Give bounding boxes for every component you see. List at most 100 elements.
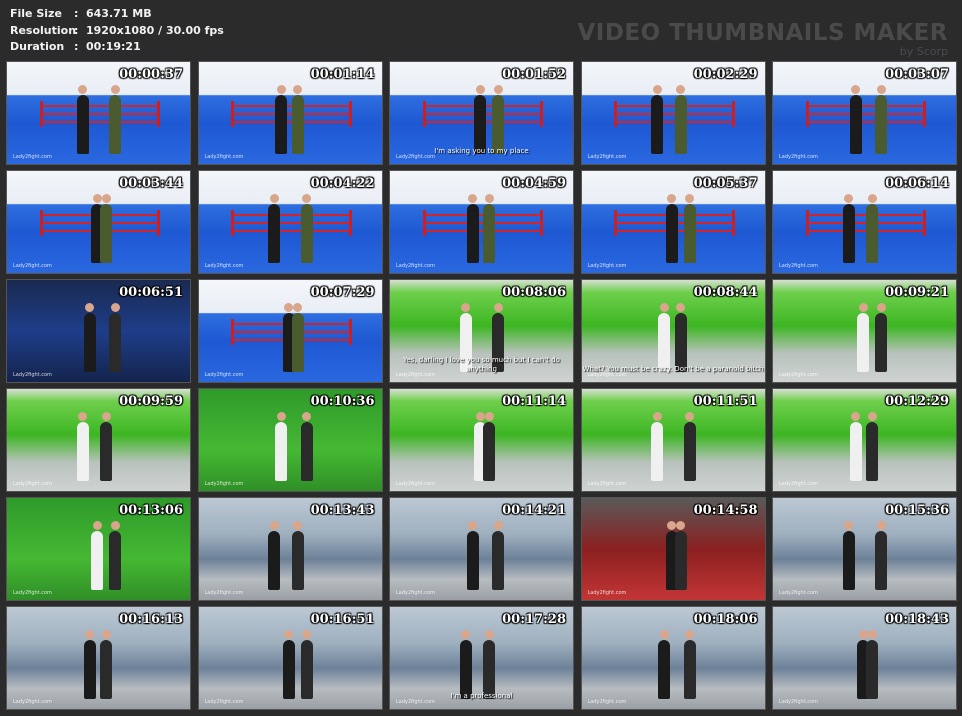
person-head	[101, 193, 111, 203]
site-logo-text: Lady2fight.com	[13, 263, 52, 269]
duration-row: Duration:00:19:21	[10, 39, 224, 56]
ring-rope	[614, 104, 732, 107]
timestamp: 00:06:14	[885, 176, 949, 191]
person-figure	[674, 94, 687, 154]
person-figure	[849, 94, 862, 154]
person-head	[101, 629, 111, 639]
thumbnail[interactable]: 00:16:13 Lady2fight.com	[6, 606, 191, 710]
thumbnail[interactable]: 00:14:58 Lady2fight.com	[580, 497, 766, 601]
thumbnail[interactable]: 00:01:52 I'm asking you to my place Lady2f…	[389, 61, 574, 165]
person-head	[685, 629, 695, 639]
person-head	[676, 520, 686, 530]
person-head	[493, 520, 503, 530]
person-head	[92, 520, 102, 530]
person-figure	[275, 421, 288, 481]
person-head	[659, 302, 669, 312]
thumbnail[interactable]: 00:08:06 Yes, darling I love you so much …	[389, 279, 574, 383]
ring-rope	[805, 121, 924, 124]
site-logo-text: Lady2fight.com	[13, 372, 52, 378]
person-figure	[875, 94, 888, 154]
thumbnail[interactable]: 00:04:22 Lady2fight.com	[197, 170, 383, 274]
person-head	[284, 629, 294, 639]
person-head	[85, 629, 95, 639]
thumbnail[interactable]: 00:06:51 Lady2fight.com	[6, 279, 191, 383]
person-head	[293, 520, 303, 530]
site-logo-text: Lady2fight.com	[13, 699, 52, 705]
timestamp: 00:03:44	[119, 176, 183, 191]
timestamp: 00:09:59	[119, 394, 183, 409]
thumbnail[interactable]: 00:02:29 Lady2fight.com	[580, 61, 766, 165]
person-head	[493, 84, 503, 94]
person-head	[844, 520, 854, 530]
timestamp: 00:16:13	[119, 612, 183, 627]
person-head	[92, 193, 102, 203]
timestamp: 00:12:29	[885, 394, 949, 409]
person-figure	[466, 203, 479, 263]
thumbnail[interactable]: 00:18:06 Lady2fight.com	[580, 606, 766, 710]
person-head	[858, 629, 868, 639]
ring-rope	[231, 213, 349, 216]
thumbnail[interactable]: 00:07:29 Lady2fight.com	[197, 279, 383, 383]
ring-rope	[231, 104, 349, 107]
person-figure	[674, 530, 687, 590]
watermark-subtitle: by Scorp	[899, 45, 948, 58]
person-head	[85, 302, 95, 312]
person-head	[302, 411, 312, 421]
thumbnail[interactable]: 00:15:36 Lady2fight.com	[772, 497, 957, 601]
person-figure	[268, 530, 281, 590]
person-figure	[275, 94, 288, 154]
thumbnail[interactable]: 00:11:51 Lady2fight.com	[580, 388, 766, 492]
person-figure	[651, 94, 664, 154]
person-head	[685, 411, 695, 421]
person-head	[667, 520, 677, 530]
thumbnail[interactable]: 00:13:06 Lady2fight.com	[6, 497, 191, 601]
thumbnail[interactable]: 00:06:14 Lady2fight.com	[772, 170, 957, 274]
ring-rope	[422, 222, 541, 224]
ring-post	[231, 318, 235, 346]
person-figure	[466, 530, 479, 590]
timestamp: 00:08:06	[502, 285, 566, 300]
person-figure	[91, 530, 104, 590]
thumbnail[interactable]: 00:01:14 Lady2fight.com	[197, 61, 383, 165]
thumbnail[interactable]: 00:10:36 Lady2fight.com	[197, 388, 383, 492]
thumbnail[interactable]: 00:08:44 What? You must be crazy. Don't b…	[580, 279, 766, 383]
person-figure	[109, 94, 122, 154]
site-logo-text: Lady2fight.com	[204, 481, 244, 487]
site-logo-text: Lady2fight.com	[587, 263, 627, 269]
thumbnail[interactable]: 00:12:29 Lady2fight.com	[772, 388, 957, 492]
thumbnail[interactable]: 00:16:51 Lady2fight.com	[197, 606, 383, 710]
person-figure	[658, 639, 671, 699]
thumbnail[interactable]: 00:13:43 Lady2fight.com	[197, 497, 383, 601]
site-logo-text: Lady2fight.com	[779, 481, 818, 487]
thumbnail[interactable]: 00:14:21 Lady2fight.com	[389, 497, 574, 601]
thumbnail[interactable]: 00:05:37 Lady2fight.com	[580, 170, 766, 274]
thumbnail[interactable]: 00:09:21 Lady2fight.com	[772, 279, 957, 383]
timestamp: 00:09:21	[885, 285, 949, 300]
thumbnail[interactable]: 00:03:07 Lady2fight.com	[772, 61, 957, 165]
ring-rope	[805, 213, 924, 216]
person-figure	[483, 203, 496, 263]
site-logo-text: Lady2fight.com	[587, 372, 627, 378]
ring-rope	[614, 121, 732, 124]
timestamp: 00:17:28	[502, 612, 566, 627]
resolution-label: Resolution	[10, 23, 77, 37]
ring-post	[540, 209, 544, 237]
site-logo-text: Lady2fight.com	[204, 590, 244, 596]
thumbnail[interactable]: 00:03:44 Lady2fight.com	[6, 170, 191, 274]
person-figure	[483, 639, 496, 699]
thumbnail[interactable]: 00:00:37 Lady2fight.com	[6, 61, 191, 165]
site-logo-text: Lady2fight.com	[779, 263, 818, 269]
site-logo-text: Lady2fight.com	[396, 154, 435, 160]
thumbnail[interactable]: 00:09:59 Lady2fight.com	[6, 388, 191, 492]
person-head	[876, 520, 886, 530]
person-figure	[474, 94, 487, 154]
timestamp: 00:08:44	[693, 285, 758, 300]
site-logo-text: Lady2fight.com	[396, 699, 435, 705]
thumbnail[interactable]: 00:18:43 Lady2fight.com	[772, 606, 957, 710]
thumbnail[interactable]: 00:04:59 Lady2fight.com	[389, 170, 574, 274]
ring-rope	[805, 222, 924, 224]
ring-rope	[805, 104, 924, 107]
thumbnail[interactable]: 00:11:14 Lady2fight.com	[389, 388, 574, 492]
thumbnail[interactable]: 00:17:28 I'm a professional Lady2fight.com	[389, 606, 574, 710]
person-figure	[291, 530, 304, 590]
